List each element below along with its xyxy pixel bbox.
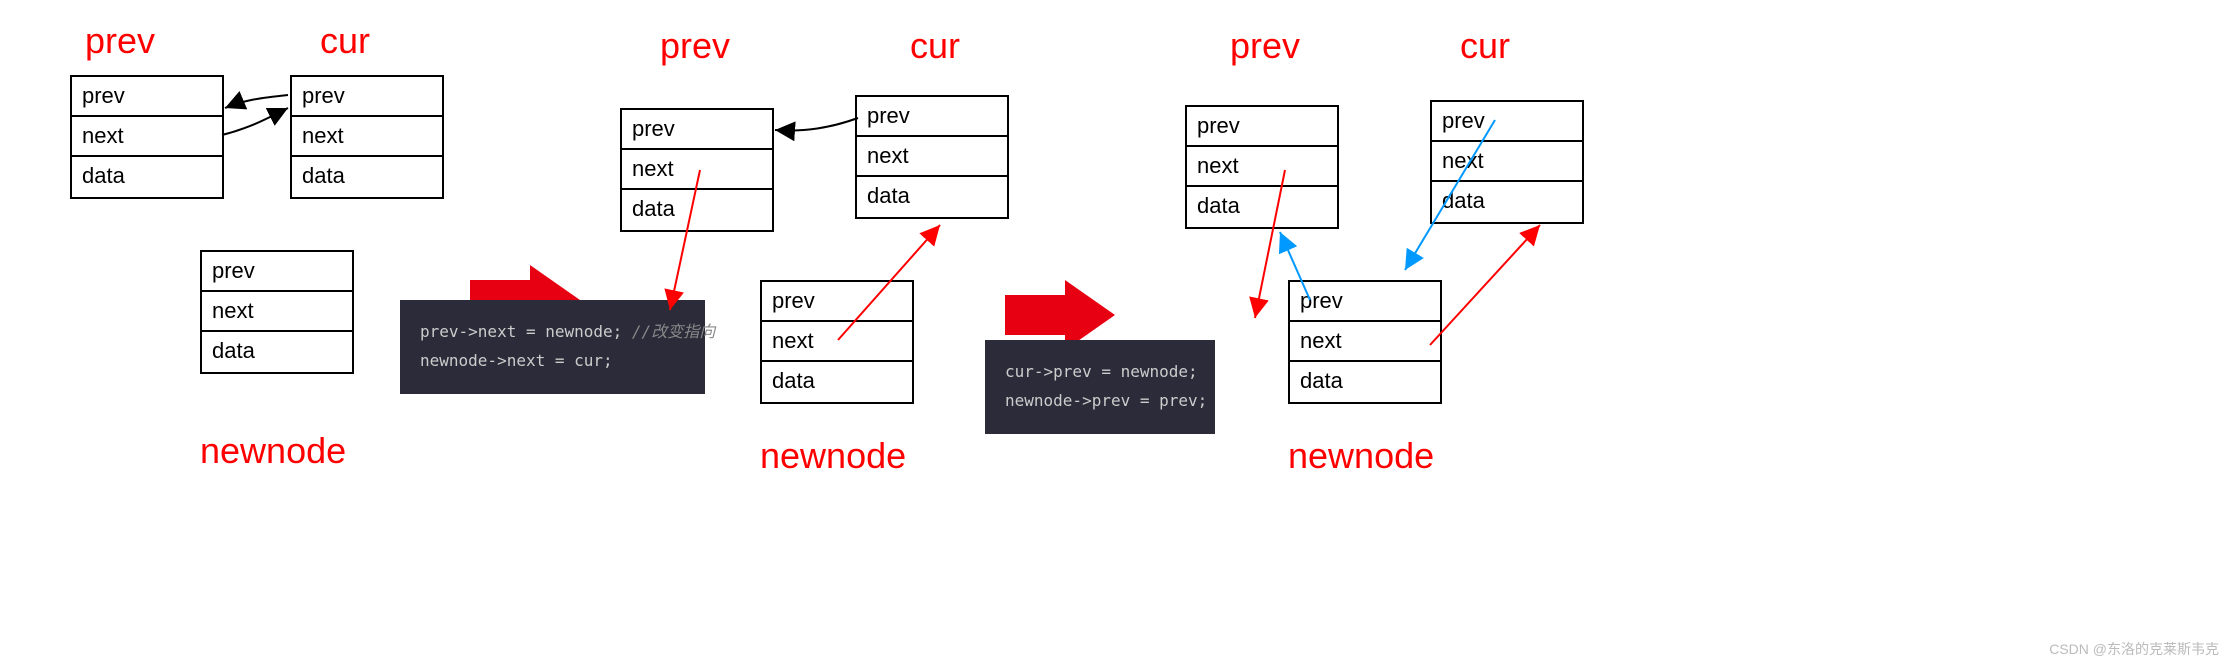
node-field: data	[292, 157, 442, 197]
label-cur-1: cur	[320, 20, 370, 62]
node-cur-1: prev next data	[290, 75, 444, 199]
node-field: next	[1290, 322, 1440, 362]
code-line: newnode->prev = prev;	[1005, 391, 1207, 410]
node-field: prev	[1290, 282, 1440, 322]
node-field: next	[622, 150, 772, 190]
label-prev-2: prev	[660, 25, 730, 67]
code-line: newnode->next = cur;	[420, 351, 613, 370]
node-field: data	[857, 177, 1007, 217]
node-field: prev	[72, 77, 222, 117]
code-block-1: prev->next = newnode; //改变指向 newnode->ne…	[400, 300, 705, 394]
arrow-cur-prev-to-prev-1	[225, 95, 288, 108]
node-field: data	[1290, 362, 1440, 402]
node-prev-1: prev next data	[70, 75, 224, 199]
label-newnode-2: newnode	[760, 435, 906, 477]
node-field: prev	[1187, 107, 1337, 147]
node-newnode-2: prev next data	[760, 280, 914, 404]
node-field: next	[762, 322, 912, 362]
watermark: CSDN @东洛的克莱斯韦克	[2049, 639, 2219, 659]
node-field: data	[762, 362, 912, 402]
label-cur-3: cur	[1460, 25, 1510, 67]
node-field: prev	[1432, 102, 1582, 142]
arrow-cur-prev-to-prev-2	[775, 118, 858, 131]
arrow-prev-next-to-cur-1	[222, 108, 288, 135]
node-field: next	[72, 117, 222, 157]
code-block-2: cur->prev = newnode; newnode->prev = pre…	[985, 340, 1215, 434]
node-field: data	[622, 190, 772, 230]
arrow-newnode-next-to-cur-3	[1430, 225, 1540, 345]
node-newnode-1: prev next data	[200, 250, 354, 374]
node-field: prev	[857, 97, 1007, 137]
node-field: data	[1187, 187, 1337, 227]
label-newnode-1: newnode	[200, 430, 346, 472]
node-newnode-3: prev next data	[1288, 280, 1442, 404]
code-line: cur->prev = newnode;	[1005, 362, 1198, 381]
node-field: prev	[202, 252, 352, 292]
node-field: next	[857, 137, 1007, 177]
node-field: next	[202, 292, 352, 332]
node-field: next	[1432, 142, 1582, 182]
node-field: data	[1432, 182, 1582, 222]
node-field: data	[202, 332, 352, 372]
node-field: data	[72, 157, 222, 197]
label-newnode-3: newnode	[1288, 435, 1434, 477]
node-field: next	[292, 117, 442, 157]
node-field: next	[1187, 147, 1337, 187]
node-prev-3: prev next data	[1185, 105, 1339, 229]
code-comment: //改变指向	[632, 322, 715, 341]
node-field: prev	[622, 110, 772, 150]
node-field: prev	[762, 282, 912, 322]
node-cur-3: prev next data	[1430, 100, 1584, 224]
node-field: prev	[292, 77, 442, 117]
node-cur-2: prev next data	[855, 95, 1009, 219]
node-prev-2: prev next data	[620, 108, 774, 232]
code-line: prev->next = newnode;	[420, 322, 632, 341]
label-cur-2: cur	[910, 25, 960, 67]
label-prev-1: prev	[85, 20, 155, 62]
label-prev-3: prev	[1230, 25, 1300, 67]
